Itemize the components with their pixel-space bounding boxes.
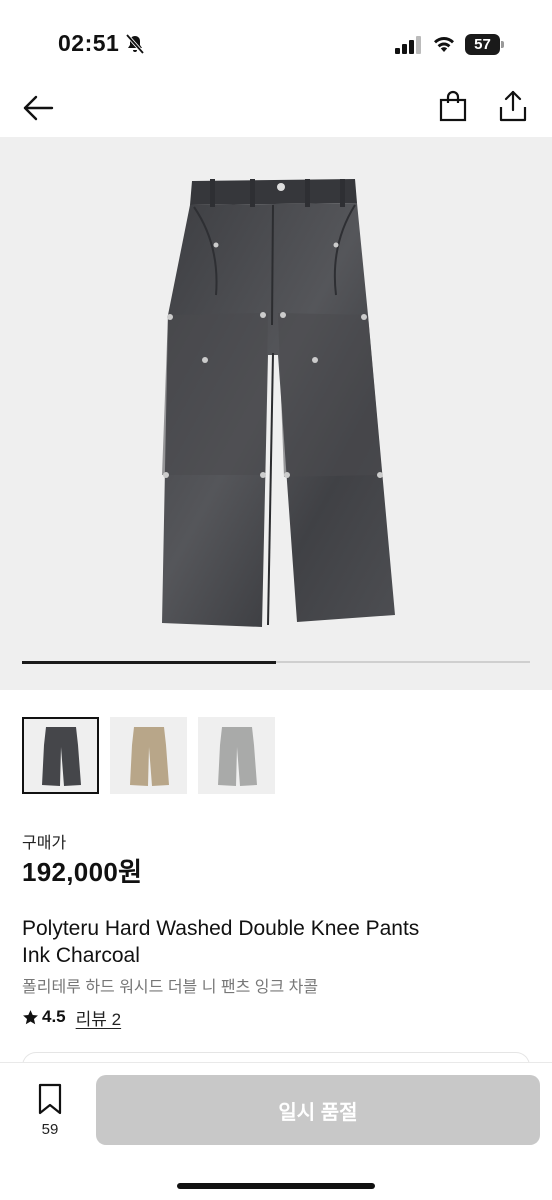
battery-icon: 57 (465, 34, 505, 55)
bookmark-count: 59 (41, 1121, 59, 1138)
rating-row: 4.5 리뷰 2 (22, 1005, 121, 1029)
color-option-grey[interactable] (198, 717, 275, 794)
product-image-pants (162, 179, 395, 627)
rating-value: 4.5 (42, 1007, 66, 1026)
back-arrow-icon[interactable] (22, 92, 54, 124)
price-label: 구매가 (22, 835, 67, 852)
product-title-line2: Ink Charcoal (22, 944, 140, 967)
bookmark-button[interactable]: 59 (30, 1083, 70, 1143)
soldout-button[interactable]: 일시 품절 (96, 1075, 540, 1145)
nav-bar (0, 84, 552, 136)
bell-slash-icon (125, 34, 145, 54)
color-options (22, 717, 322, 795)
product-title-line1: Polyteru Hard Washed Double Knee Pants (22, 917, 420, 940)
thumbnail-pants-image (130, 727, 169, 786)
bookmark-icon (38, 1083, 62, 1115)
gallery-progress-bar (22, 660, 530, 664)
status-time: 02:51 (58, 30, 120, 56)
thumbnail-pants-image (218, 727, 257, 786)
shopping-bag-icon[interactable] (438, 90, 468, 122)
thumbnail-pants-image (42, 727, 81, 786)
color-option-beige[interactable] (110, 717, 187, 794)
product-image-gallery[interactable] (0, 137, 552, 690)
review-link[interactable]: 리뷰 2 (76, 1005, 121, 1030)
color-option-charcoal[interactable] (22, 717, 99, 794)
gallery-progress-fill (22, 660, 276, 664)
cellular-signal-icon (395, 36, 421, 54)
share-icon[interactable] (497, 89, 529, 123)
product-title-korean: 폴리테루 하드 워시드 더블 니 팬츠 잉크 차콜 (22, 979, 319, 996)
bottom-action-bar: 59 일시 품절 (0, 1062, 552, 1200)
wifi-icon (434, 36, 454, 52)
status-bar: 02:51 57 (0, 0, 552, 84)
price-value: 192,000원 (22, 857, 143, 887)
star-icon (23, 1009, 38, 1024)
home-indicator (177, 1183, 375, 1189)
product-title-english: Polyteru Hard Washed Double Knee Pants I… (22, 915, 532, 969)
battery-level: 57 (465, 34, 500, 55)
